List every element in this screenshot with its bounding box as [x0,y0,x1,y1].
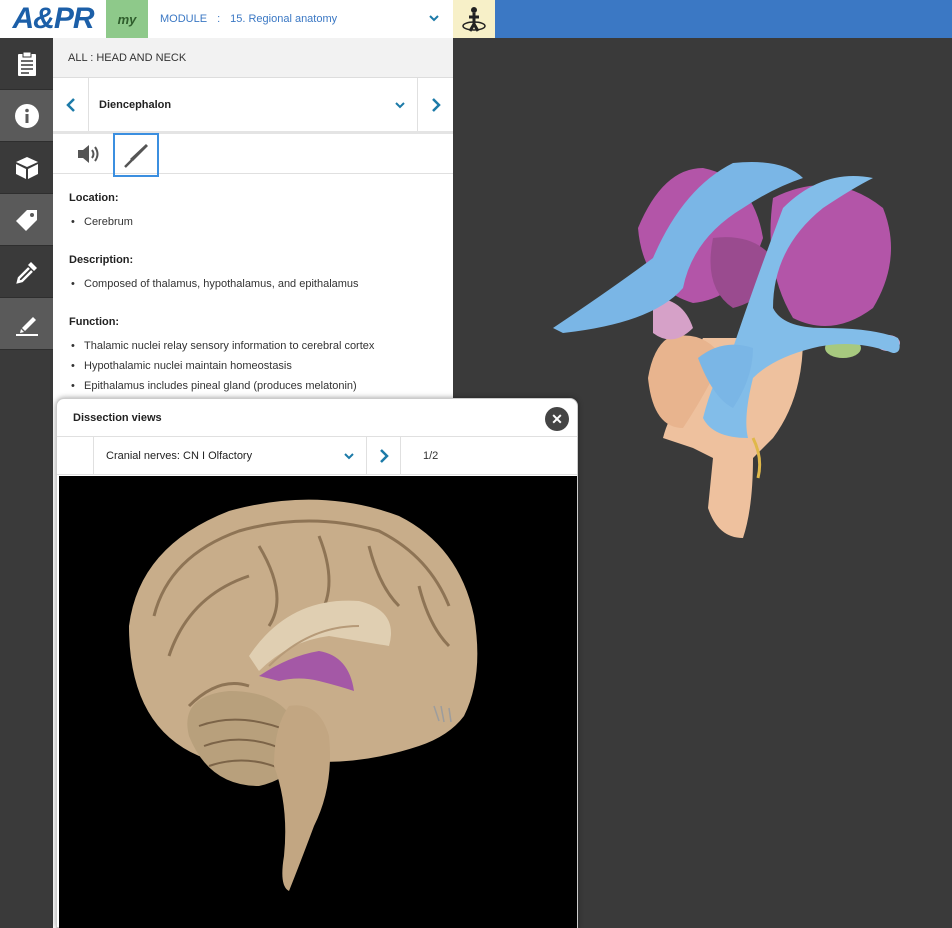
chevron-down-icon [344,453,354,460]
dissection-view-select[interactable]: Cranial nerves: CN I Olfactory [93,437,367,474]
my-label: my [117,11,137,27]
structure-name: Diencephalon [99,98,172,111]
previous-structure-button[interactable] [53,78,88,131]
module-select[interactable]: MODULE : 15. Regional anatomy [148,0,453,38]
layers-cube-icon [15,156,38,179]
previous-view-slot [57,437,93,474]
tool-rail [0,38,53,928]
structure-select[interactable]: Diencephalon [88,78,418,131]
popup-title: Dissection views [73,412,162,424]
dissection-view-name: Cranial nerves: CN I Olfactory [106,449,253,462]
list-item: Thalamic nuclei relay sensory informatio… [69,336,437,356]
dissection-photo [59,476,577,928]
list-item: Cerebrum [69,212,437,232]
next-structure-button[interactable] [418,78,453,131]
chevron-right-icon [431,97,441,112]
structure-info: Location: Cerebrum Description: Composed… [53,174,453,396]
pronunciation-button[interactable] [67,134,113,174]
dissection-navigator: Cranial nerves: CN I Olfactory 1/2 [57,437,577,475]
close-button[interactable]: ✕ [545,407,569,431]
location-heading: Location: [69,192,119,204]
popup-header: Dissection views ✕ [57,399,577,437]
breadcrumb[interactable]: ALL : HEAD AND NECK [53,38,453,78]
chevron-right-icon [379,448,389,463]
clipboard-icon [17,51,36,76]
structure-navigator: Diencephalon [53,78,453,134]
structure-tools [53,132,453,177]
list-item: Epithalamus includes pineal gland (produ… [69,376,437,396]
next-view-button[interactable] [367,437,401,474]
dissection-views-popup: Dissection views ✕ Cranial nerves: CN I … [56,398,578,928]
chevron-down-icon [395,102,405,109]
rail-item-layers[interactable] [0,142,53,194]
chevron-down-icon [429,15,439,22]
view-pager: 1/2 [423,449,439,462]
rail-item-labels[interactable] [0,194,53,246]
close-icon: ✕ [551,410,563,427]
app-logo[interactable]: A&PR [0,0,106,38]
rail-item-quiz[interactable] [0,38,53,90]
module-label: MODULE [160,13,208,25]
module-value: 15. Regional anatomy [230,13,338,25]
dissection-views-button[interactable] [113,132,159,177]
module-separator: : [217,13,221,25]
list-item: Hypothalamic nuclei maintain homeostasis [69,356,437,376]
eyedropper-icon [15,261,37,284]
description-list: Composed of thalamus, hypothalamus, and … [69,274,437,294]
speaker-icon [78,144,99,163]
top-bar: A&PR my MODULE : 15. Regional anatomy [0,0,952,38]
rail-item-picker[interactable] [0,246,53,298]
logo-text: A&PR [12,2,94,35]
rail-item-info[interactable] [0,90,53,142]
list-item: Composed of thalamus, hypothalamus, and … [69,274,437,294]
figure-rotate-icon [462,7,486,32]
highlighter-icon [15,316,38,336]
info-icon [14,103,39,128]
my-button[interactable]: my [106,0,148,38]
location-list: Cerebrum [69,212,437,232]
description-heading: Description: [69,254,134,266]
chevron-left-icon [65,97,75,112]
brain-sagittal-photo [129,499,478,891]
view-orientation-button[interactable] [453,0,495,38]
function-heading: Function: [69,316,120,328]
scalpel-icon [124,143,148,168]
rail-item-highlight[interactable] [0,298,53,350]
tag-icon [15,209,37,231]
function-list: Thalamic nuclei relay sensory informatio… [69,336,437,396]
